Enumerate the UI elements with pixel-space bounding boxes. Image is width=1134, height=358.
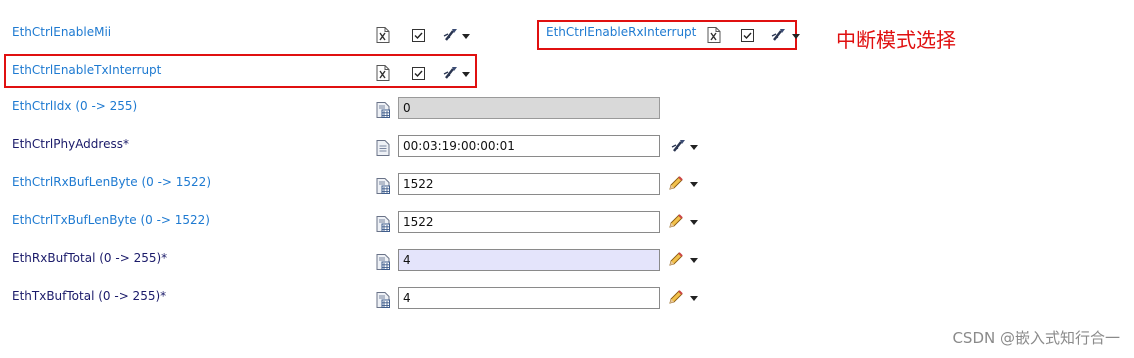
document-hash-icon [376, 178, 390, 194]
enable-tx-interrupt-label: EthCtrlEnableTxInterrupt [12, 63, 162, 77]
chevron-down-icon[interactable] [690, 182, 698, 187]
enable-rx-interrupt-checkbox[interactable] [741, 29, 754, 42]
wand-icon[interactable] [668, 139, 690, 153]
tx-buf-total-field[interactable]: 4 [398, 287, 660, 309]
xml-file-icon [707, 27, 721, 43]
enable-mii-checkbox[interactable] [412, 29, 425, 42]
document-hash-icon [376, 292, 390, 308]
xml-file-icon [376, 65, 390, 81]
ctrl-idx-label: EthCtrlIdx (0 -> 255) [12, 99, 138, 113]
phy-address-label: EthCtrlPhyAddress* [12, 137, 129, 151]
rx-buf-total-field[interactable]: 4 [398, 249, 660, 271]
chevron-down-icon[interactable] [690, 220, 698, 225]
rx-buf-total-label: EthRxBufTotal (0 -> 255)* [12, 251, 168, 265]
chevron-down-icon[interactable] [690, 258, 698, 263]
watermark: CSDN @嵌入式知行合一 [952, 329, 1120, 347]
enable-mii-label: EthCtrlEnableMii [12, 25, 112, 39]
pencil-icon[interactable] [668, 251, 684, 267]
tx-buf-len-field[interactable]: 1522 [398, 211, 660, 233]
document-hash-icon [376, 102, 390, 118]
rx-buf-len-label: EthCtrlRxBufLenByte (0 -> 1522) [12, 175, 211, 189]
tx-buf-total-label: EthTxBufTotal (0 -> 255)* [12, 289, 167, 303]
chevron-down-icon[interactable] [462, 72, 470, 77]
wand-icon[interactable] [440, 28, 462, 42]
rx-buf-len-field[interactable]: 1522 [398, 173, 660, 195]
chevron-down-icon[interactable] [462, 34, 470, 39]
wand-icon[interactable] [440, 66, 462, 80]
ctrl-idx-field: 0 [398, 97, 660, 119]
enable-tx-interrupt-checkbox[interactable] [412, 67, 425, 80]
document-icon [376, 140, 390, 156]
enable-rx-interrupt-label: EthCtrlEnableRxInterrupt [546, 25, 697, 39]
pencil-icon[interactable] [668, 175, 684, 191]
chevron-down-icon[interactable] [690, 145, 698, 150]
chevron-down-icon[interactable] [792, 34, 800, 39]
pencil-icon[interactable] [668, 213, 684, 229]
tx-buf-len-label: EthCtrlTxBufLenByte (0 -> 1522) [12, 213, 210, 227]
annotation-text: 中断模式选择 [836, 28, 956, 52]
xml-file-icon [376, 27, 390, 43]
wand-icon[interactable] [768, 28, 790, 42]
document-hash-icon [376, 216, 390, 232]
document-hash-icon [376, 254, 390, 270]
phy-address-field[interactable]: 00:03:19:00:00:01 [398, 135, 660, 157]
chevron-down-icon[interactable] [690, 296, 698, 301]
pencil-icon[interactable] [668, 289, 684, 305]
